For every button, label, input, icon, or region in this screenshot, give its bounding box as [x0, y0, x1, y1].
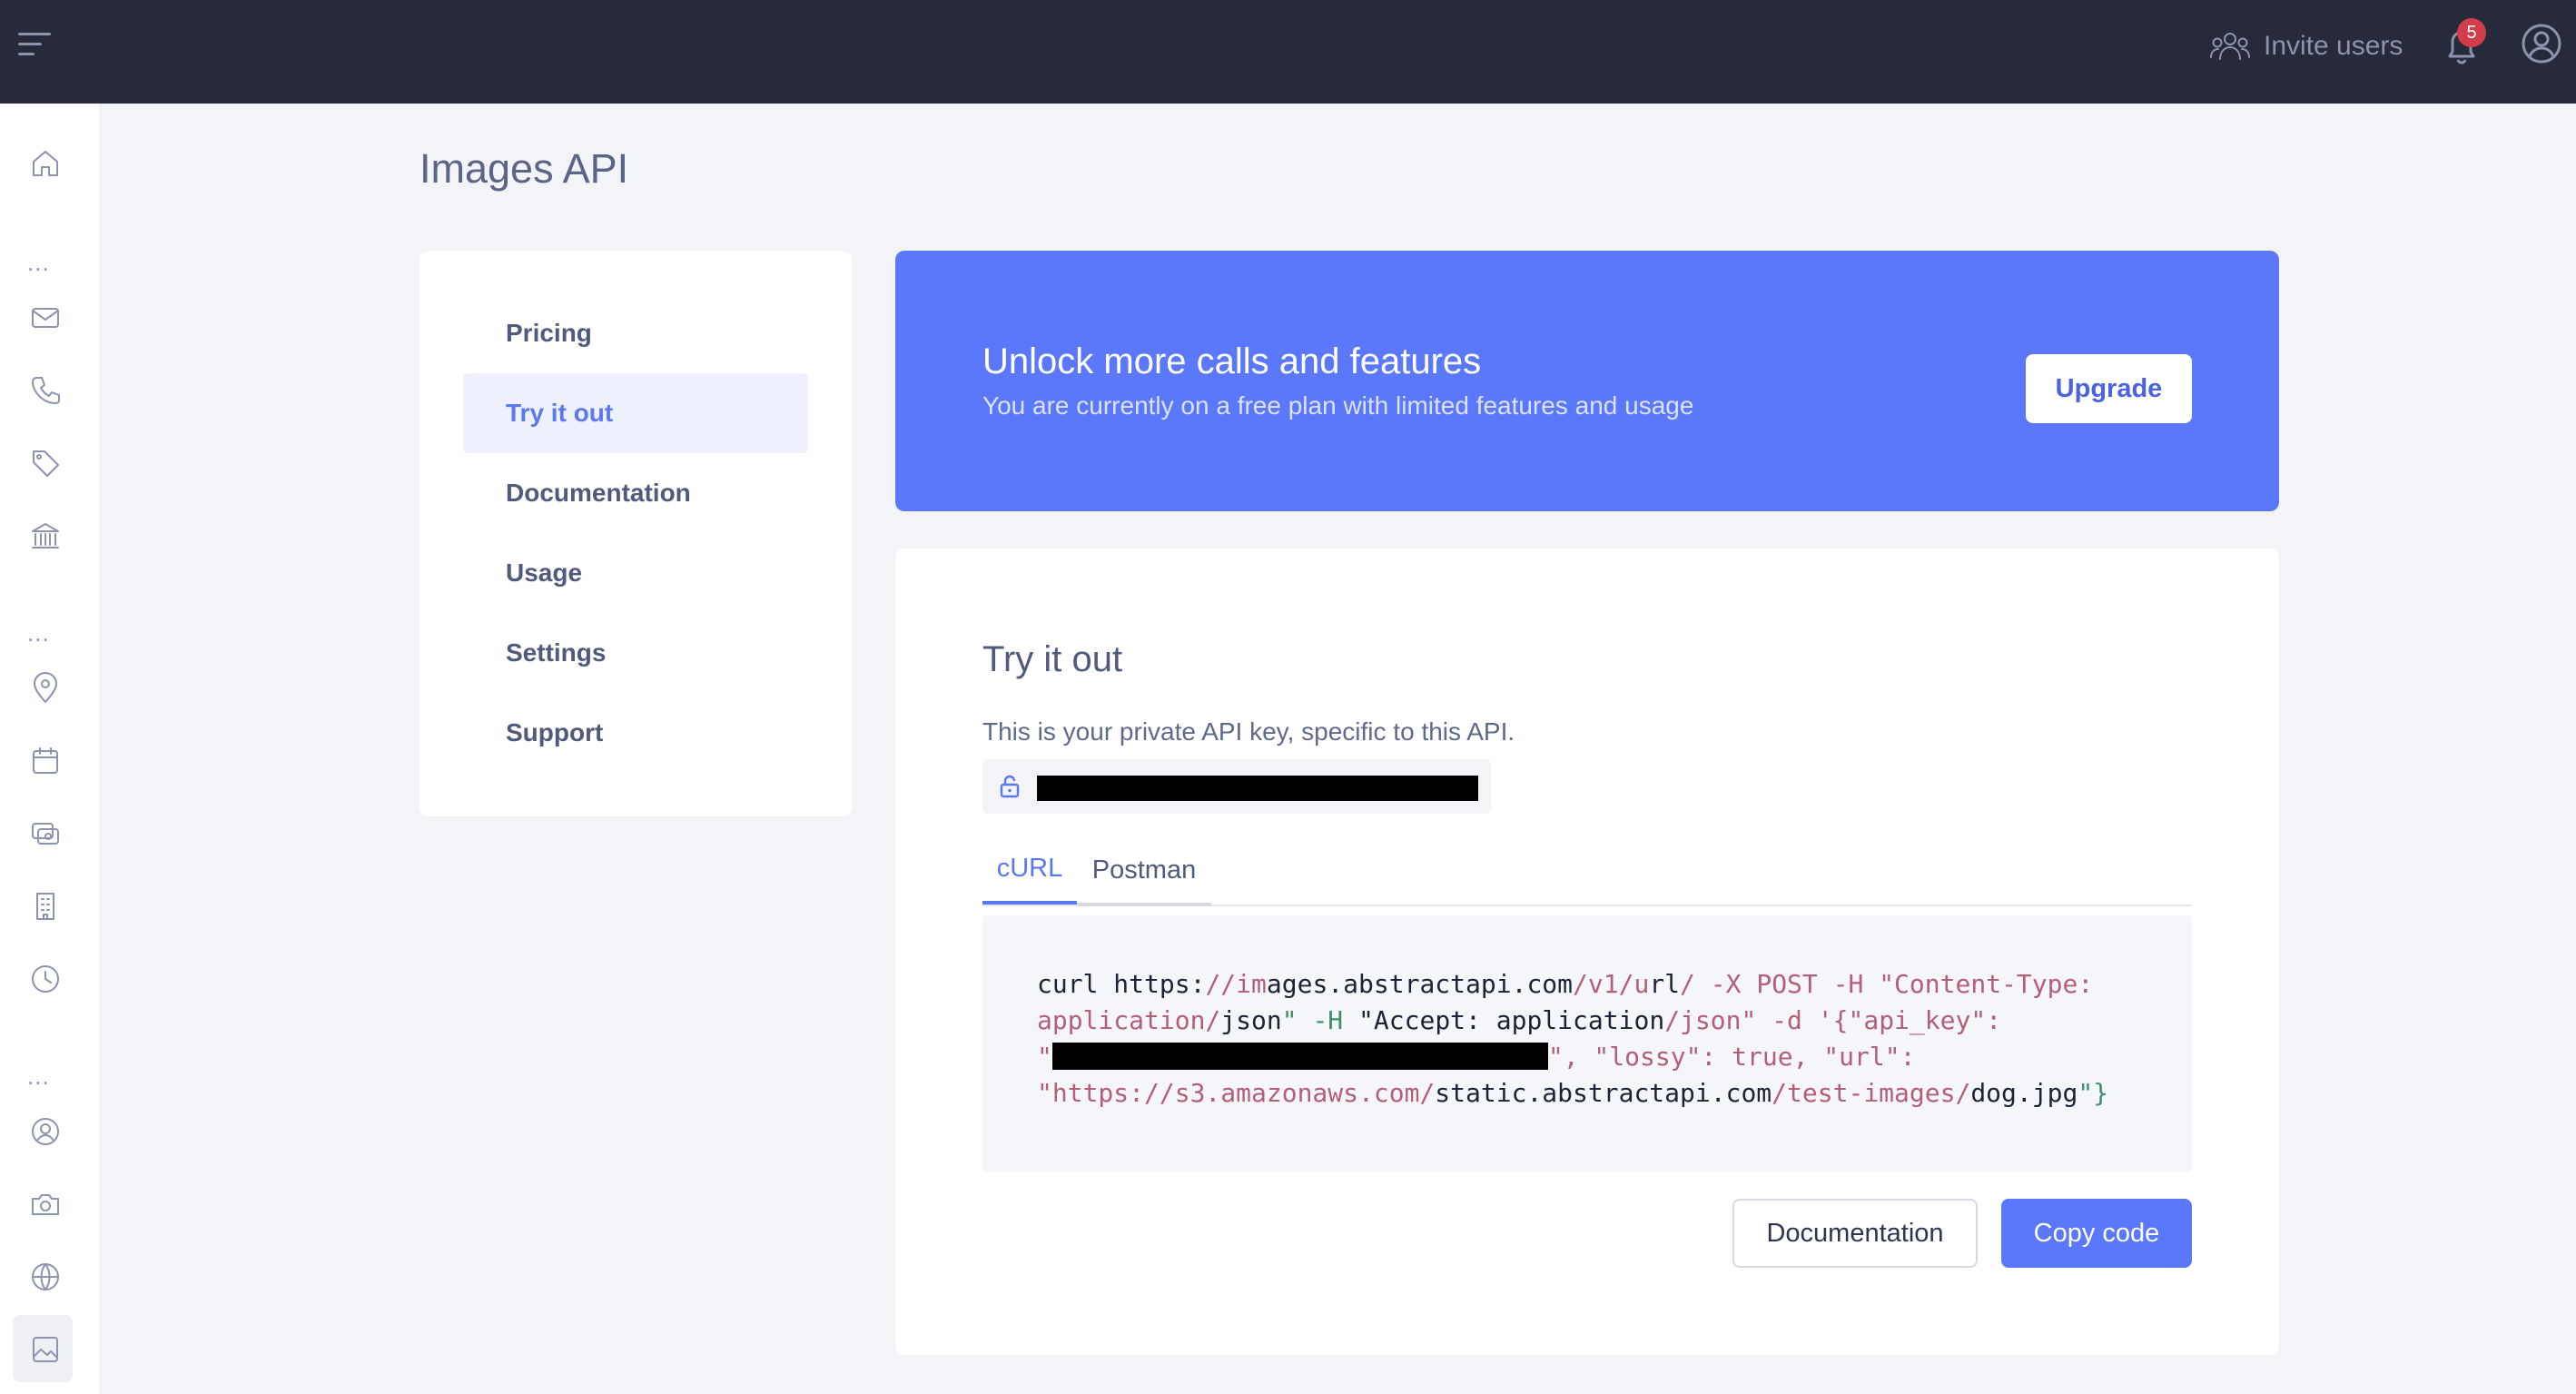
sidebar-item-tag[interactable] — [27, 445, 64, 481]
users-icon — [2210, 33, 2250, 60]
home-icon — [33, 151, 58, 176]
page-title: Images API — [419, 145, 629, 192]
code-block: curl https://images.abstractapi.com/v1/u… — [982, 915, 2192, 1172]
tab-curl[interactable]: cURL — [982, 835, 1077, 905]
lock-icon — [1000, 775, 1020, 798]
clock-icon — [32, 965, 59, 993]
nav-item-documentation[interactable]: Documentation — [463, 453, 808, 533]
banner-title: Unlock more calls and features — [982, 341, 1482, 381]
map-pin-icon — [34, 672, 57, 703]
sidebar-item-timezone[interactable] — [27, 961, 64, 997]
top-bar: Invite users 5 — [0, 0, 2576, 104]
api-nav-card: Pricing Try it out Documentation Usage S… — [419, 251, 852, 816]
notification-badge: 5 — [2457, 18, 2486, 47]
sidebar-item-web[interactable] — [27, 1259, 64, 1295]
menu-icon[interactable] — [16, 27, 56, 60]
code-api-key-redacted — [1051, 1043, 1548, 1070]
nav-item-support[interactable]: Support — [463, 693, 808, 773]
sidebar-section-dots: ... — [27, 249, 50, 276]
curl-code: curl https://images.abstractapi.com/v1/u… — [1037, 969, 2109, 1108]
calendar-icon — [33, 747, 58, 774]
invite-users-label: Invite users — [2264, 31, 2403, 61]
documentation-button[interactable]: Documentation — [1732, 1199, 1978, 1268]
banner-subtitle: You are currently on a free plan with li… — [982, 391, 1694, 420]
api-key-redacted — [1037, 776, 1478, 801]
globe-icon — [32, 1263, 59, 1290]
try-it-out-card: Try it out This is your private API key,… — [895, 549, 2279, 1355]
tag-icon — [33, 450, 59, 477]
sidebar-section-dots: ... — [27, 1063, 50, 1090]
sidebar-item-bank[interactable] — [27, 518, 64, 554]
sidebar-item-avatar[interactable] — [27, 1113, 64, 1150]
phone-icon — [32, 377, 60, 404]
sidebar-item-company[interactable] — [27, 888, 64, 924]
sidebar-item-exchange[interactable] — [27, 816, 64, 852]
nav-item-try-it-out[interactable]: Try it out — [463, 373, 808, 453]
camera-icon — [32, 1194, 59, 1215]
api-key-field[interactable] — [982, 759, 1491, 814]
copy-code-button[interactable]: Copy code — [2001, 1199, 2192, 1268]
user-circle-icon — [32, 1118, 59, 1145]
sidebar-item-home[interactable] — [27, 145, 64, 182]
tab-postman[interactable]: Postman — [1077, 835, 1211, 905]
sidebar-item-images[interactable] — [27, 1331, 64, 1368]
nav-item-pricing[interactable]: Pricing — [463, 293, 808, 373]
nav-item-settings[interactable]: Settings — [463, 613, 808, 693]
bank-icon — [32, 523, 59, 549]
currency-exchange-icon — [32, 823, 59, 845]
sidebar-item-location[interactable] — [27, 670, 64, 707]
code-tabs: cURL Postman — [982, 835, 2192, 906]
upgrade-banner: Unlock more calls and features You are c… — [895, 251, 2279, 511]
tab-divider — [1077, 903, 1211, 906]
invite-users-button[interactable]: Invite users — [2209, 24, 2403, 69]
sidebar: ... ... ... — [0, 104, 101, 1394]
sidebar-item-phone[interactable] — [27, 372, 64, 409]
upgrade-button[interactable]: Upgrade — [2026, 354, 2192, 423]
try-it-out-title: Try it out — [982, 639, 1123, 679]
sidebar-item-mail[interactable] — [27, 300, 64, 336]
api-key-description: This is your private API key, specific t… — [982, 717, 1515, 746]
nav-item-usage[interactable]: Usage — [463, 533, 808, 613]
sidebar-item-calendar[interactable] — [27, 743, 64, 779]
sidebar-item-screenshot[interactable] — [27, 1186, 64, 1222]
sidebar-section-dots: ... — [27, 619, 50, 647]
image-icon — [33, 1337, 58, 1362]
mail-icon — [32, 308, 59, 328]
account-icon[interactable] — [2521, 23, 2562, 64]
building-icon — [36, 893, 54, 920]
